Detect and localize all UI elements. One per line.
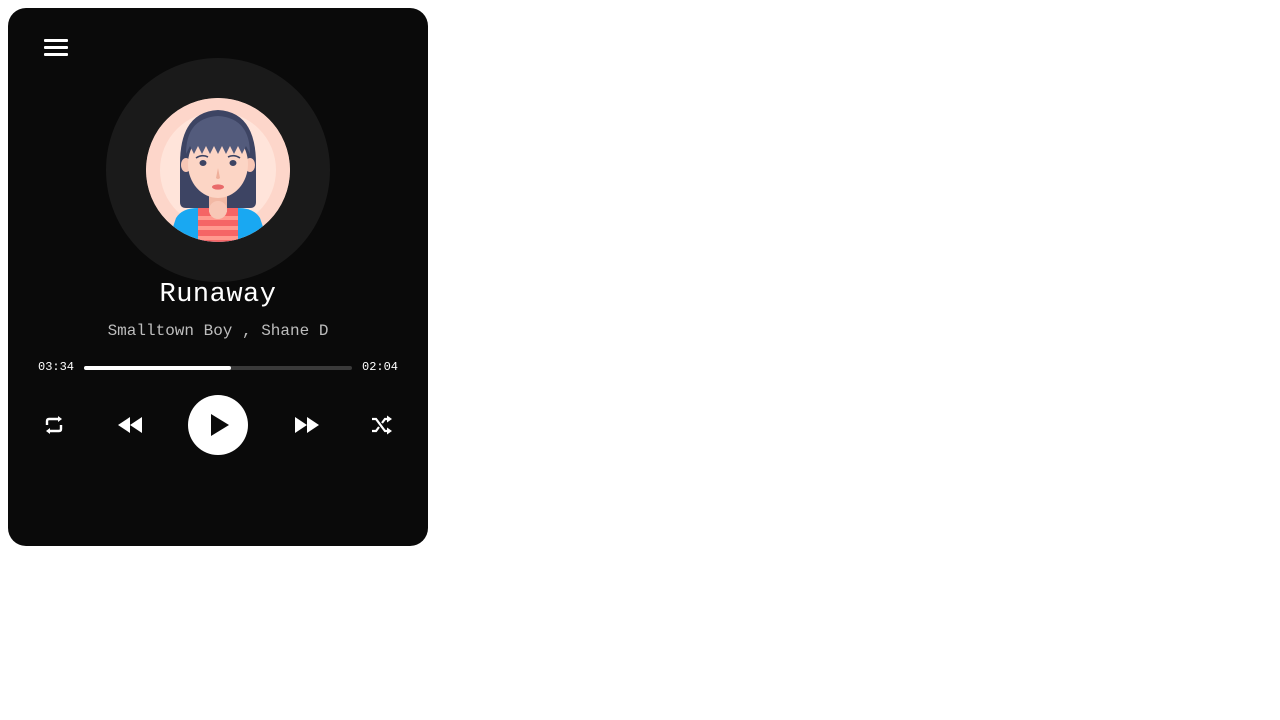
fast-forward-icon bbox=[295, 417, 319, 433]
track-title: Runaway bbox=[159, 280, 277, 310]
play-icon bbox=[211, 414, 229, 436]
progress-fill bbox=[84, 366, 232, 370]
track-artists: Smalltown Boy , Shane D bbox=[107, 322, 329, 340]
shuffle-icon bbox=[372, 415, 392, 435]
next-button[interactable] bbox=[291, 413, 323, 437]
female-avatar-illustration bbox=[146, 98, 290, 242]
repeat-icon bbox=[45, 416, 63, 434]
previous-button[interactable] bbox=[114, 413, 146, 437]
shuffle-button[interactable] bbox=[366, 413, 398, 437]
rewind-icon bbox=[118, 417, 142, 433]
album-disc bbox=[106, 58, 330, 282]
play-button[interactable] bbox=[188, 395, 248, 455]
music-player-card: Runaway Smalltown Boy , Shane D 03:34 02… bbox=[8, 8, 428, 546]
progress-bar[interactable] bbox=[84, 366, 352, 370]
album-artwork bbox=[146, 98, 290, 242]
hamburger-menu-icon[interactable] bbox=[42, 37, 70, 61]
repeat-button[interactable] bbox=[38, 413, 70, 437]
remaining-time: 02:04 bbox=[362, 360, 399, 374]
elapsed-time: 03:34 bbox=[38, 360, 75, 374]
